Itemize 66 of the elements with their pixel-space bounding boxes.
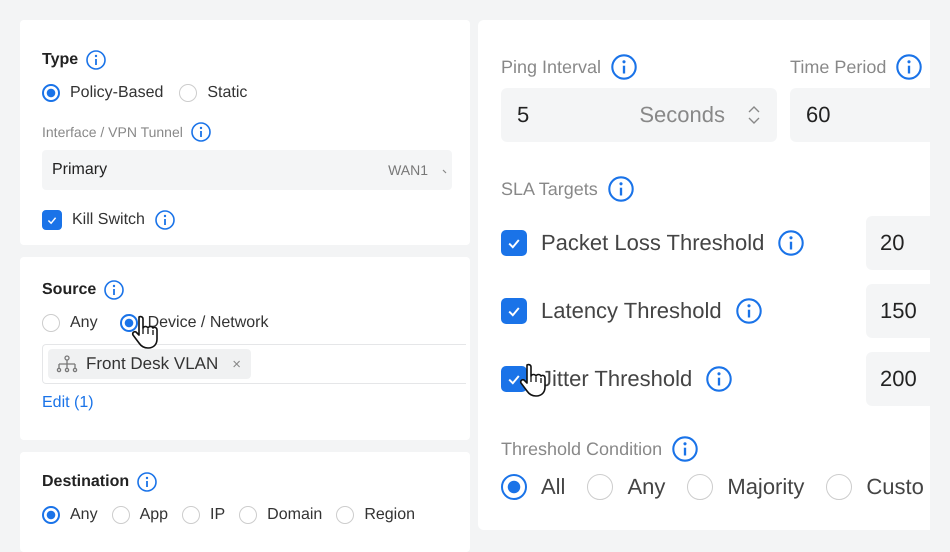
checkbox[interactable] <box>501 366 527 392</box>
info-icon[interactable] <box>154 210 175 230</box>
radio-button[interactable] <box>687 474 714 500</box>
number-field[interactable]: 200 <box>866 352 930 406</box>
edit-link[interactable]: Edit (1) <box>42 394 94 412</box>
radio-label: App <box>140 506 168 524</box>
radio-label: Any <box>70 506 98 524</box>
section-title: Source <box>42 281 96 299</box>
dropdown-field[interactable]: Primary WAN1 <box>42 150 452 190</box>
section-title: Destination <box>42 473 130 491</box>
radio-button[interactable] <box>587 474 614 500</box>
info-icon[interactable] <box>190 122 211 142</box>
info-icon[interactable] <box>608 176 634 202</box>
radio-button[interactable] <box>112 506 130 524</box>
radio-label: Static <box>207 84 248 102</box>
number-field[interactable]: 20 <box>866 216 930 270</box>
radio-button[interactable] <box>501 474 527 500</box>
info-icon[interactable] <box>672 436 698 462</box>
number-field[interactable]: 150 <box>866 284 930 338</box>
radio-button[interactable] <box>826 474 852 500</box>
radio-label: Any <box>70 314 98 332</box>
radio-button[interactable] <box>336 506 354 524</box>
radio-button[interactable] <box>179 84 198 102</box>
section-title: Type <box>42 51 78 69</box>
info-icon[interactable] <box>104 280 124 300</box>
field-label: Threshold Condition <box>501 438 662 460</box>
chip-label: Front Desk VLAN <box>86 354 218 374</box>
checkbox-label: Jitter Threshold <box>541 366 692 392</box>
radio-button[interactable] <box>42 506 60 524</box>
radio-button[interactable] <box>182 506 200 524</box>
radio-label: Policy-Based <box>70 84 164 102</box>
checkbox[interactable] <box>501 298 527 324</box>
info-icon[interactable] <box>86 50 106 70</box>
field-label: SLA Targets <box>501 178 598 200</box>
info-icon[interactable] <box>778 230 804 256</box>
radio-label: IP <box>210 506 226 524</box>
info-icon[interactable] <box>896 54 922 80</box>
radio-label: Custo <box>866 474 924 500</box>
info-icon[interactable] <box>706 366 732 392</box>
field-label: Time Period <box>790 56 886 78</box>
radio-label: Majority <box>727 474 804 500</box>
radio-label: Region <box>364 506 416 524</box>
selection-field[interactable]: Front Desk VLAN × <box>42 344 466 384</box>
radio-button[interactable] <box>239 506 258 524</box>
field-label: Interface / VPN Tunnel <box>42 124 183 140</box>
number-field[interactable]: 5 Seconds <box>501 88 777 142</box>
radio-label: Domain <box>267 506 322 524</box>
radio-label: Any <box>627 474 666 500</box>
radio-label: Device / Network <box>148 314 268 332</box>
checkbox[interactable] <box>501 230 527 256</box>
tag-chip[interactable]: Front Desk VLAN × <box>48 349 252 379</box>
radio-button[interactable] <box>120 314 138 332</box>
field-label: Ping Interval <box>501 56 602 78</box>
network-icon <box>56 355 78 373</box>
checkbox-label: Kill Switch <box>72 211 145 229</box>
checkbox-label: Packet Loss Threshold <box>541 230 764 256</box>
stepper-icon[interactable] <box>747 104 761 126</box>
number-field[interactable]: 60 <box>790 88 930 142</box>
info-icon[interactable] <box>611 54 638 80</box>
radio-button[interactable] <box>42 314 60 332</box>
info-icon[interactable] <box>137 472 158 492</box>
info-icon[interactable] <box>736 298 762 324</box>
radio-button[interactable] <box>42 84 60 102</box>
checkbox-label: Latency Threshold <box>541 298 722 324</box>
checkbox[interactable] <box>42 210 62 230</box>
radio-label: All <box>541 474 566 500</box>
